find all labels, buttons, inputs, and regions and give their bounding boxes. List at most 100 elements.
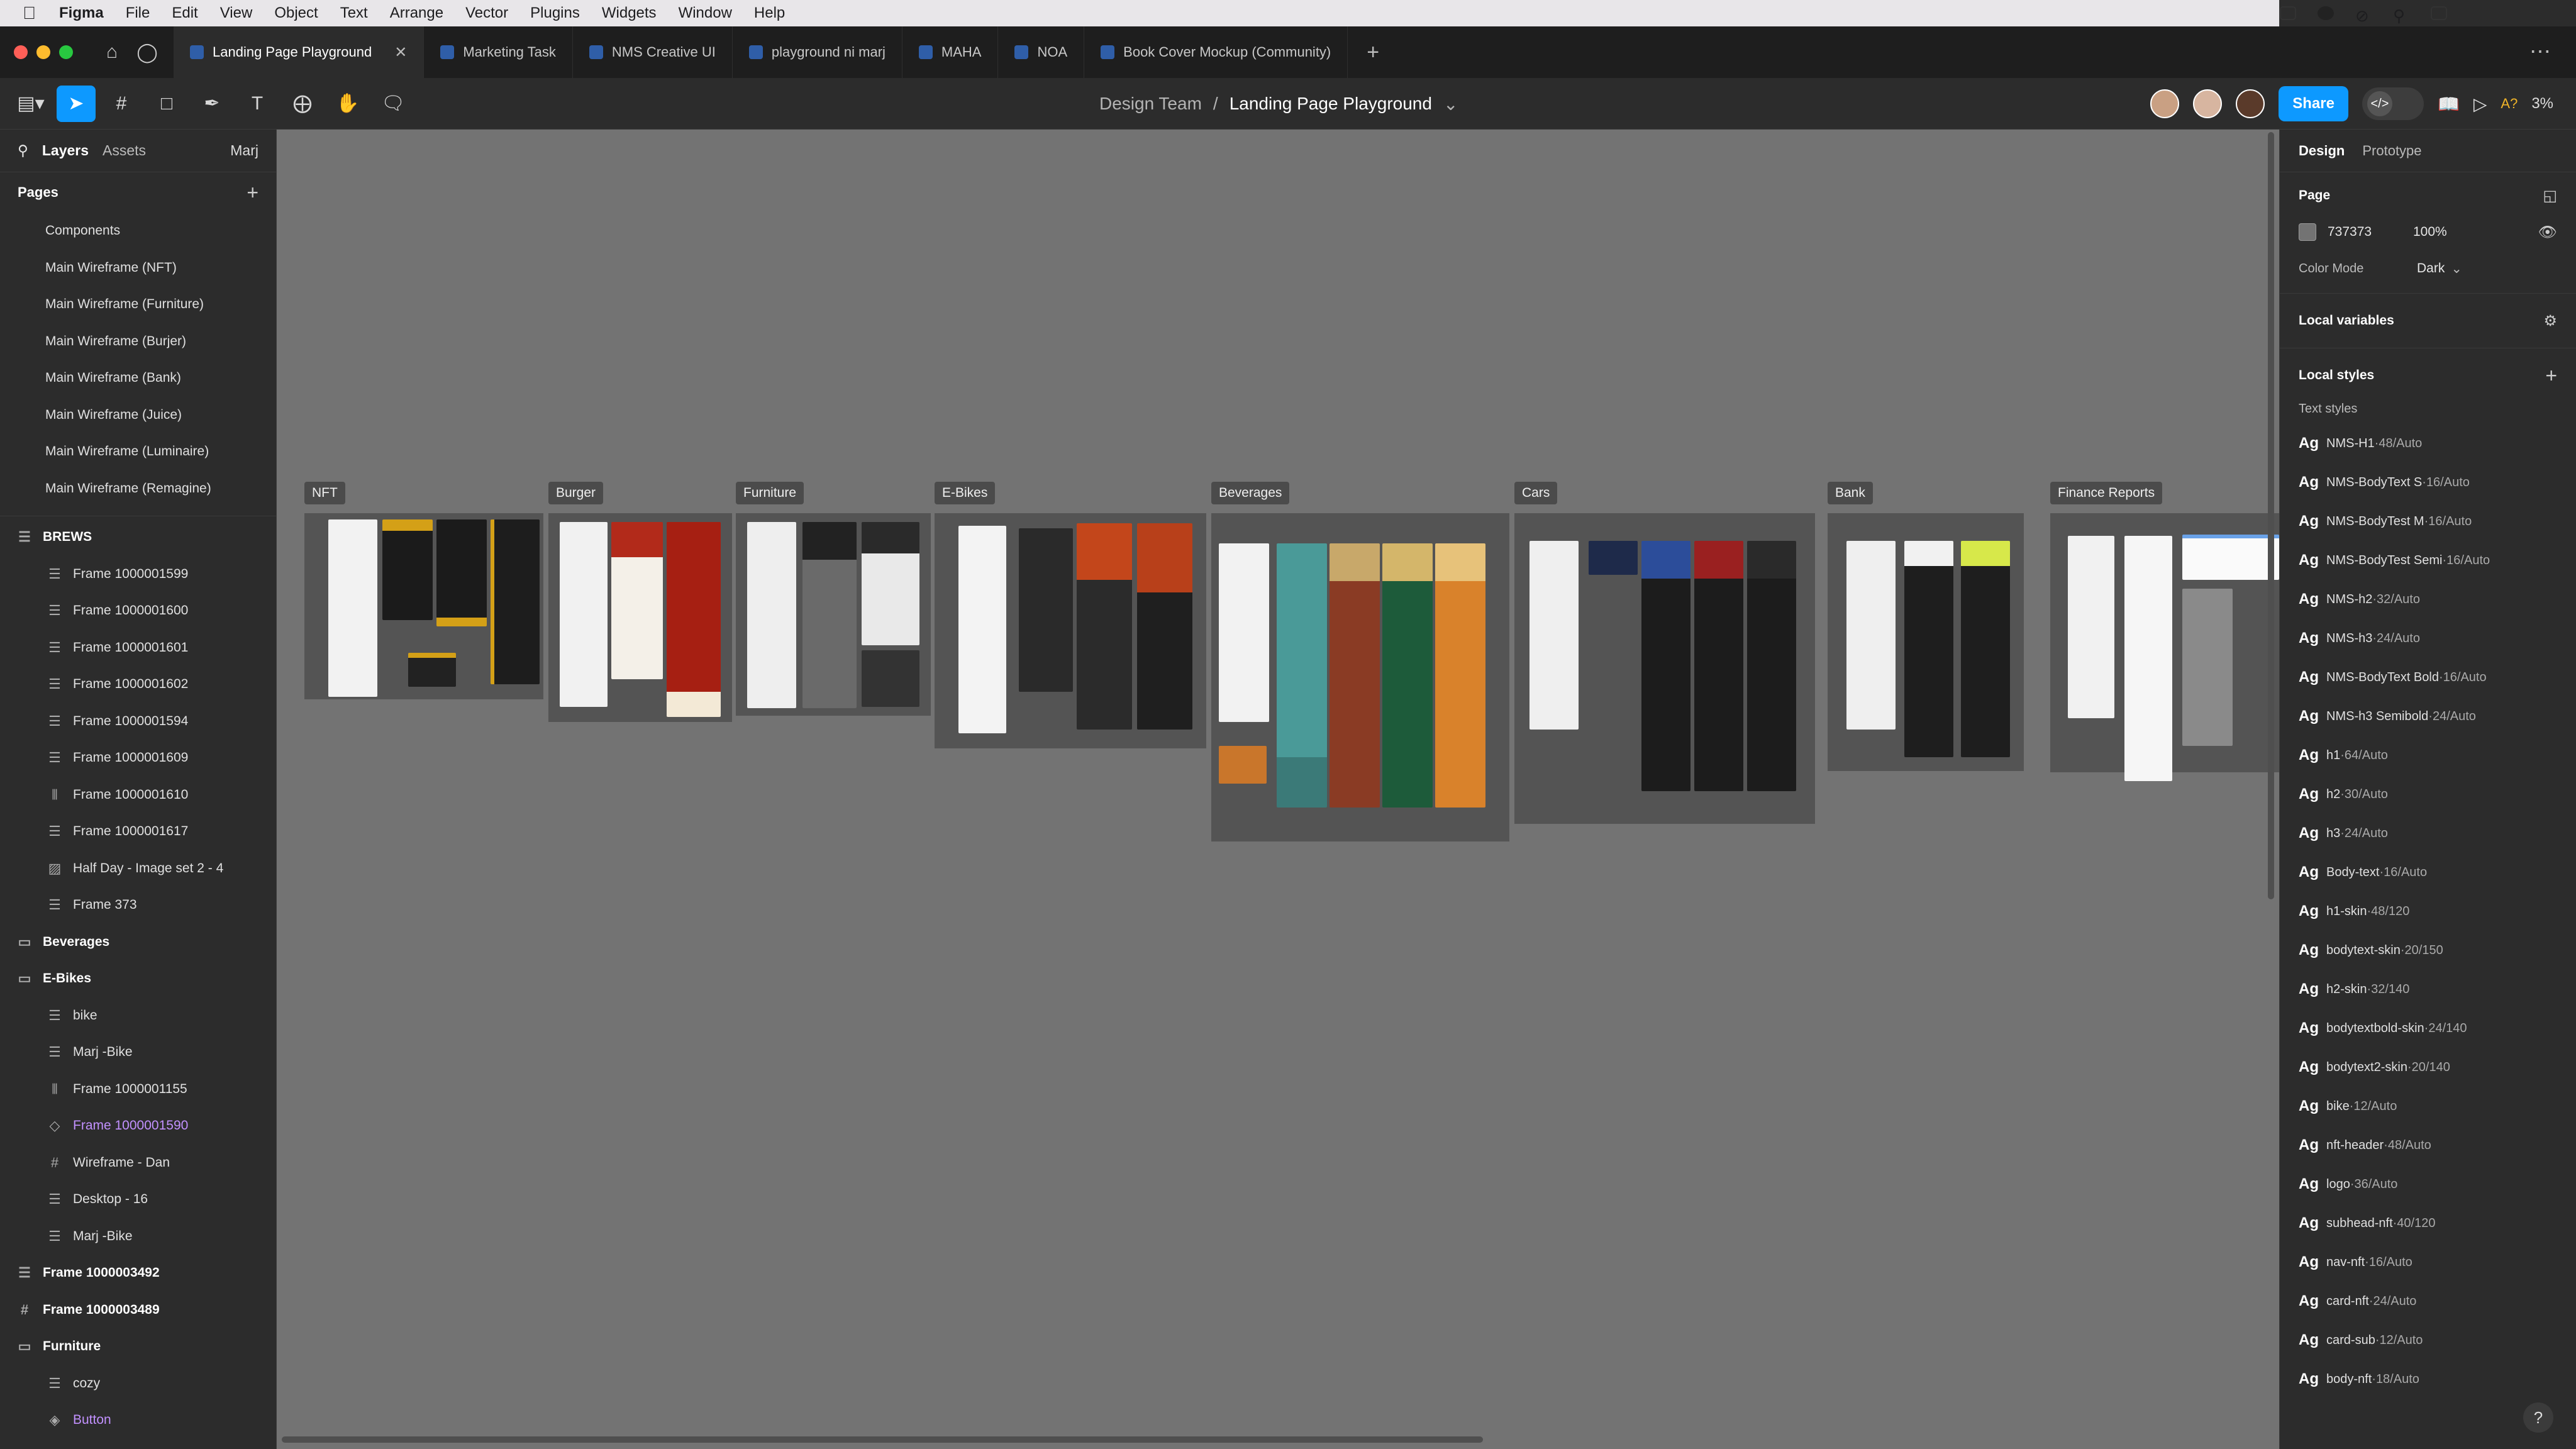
section-ebikes[interactable]	[935, 513, 1206, 748]
page-item[interactable]: Components	[0, 213, 276, 250]
vertical-scrollbar[interactable]	[2268, 132, 2274, 899]
page-item[interactable]: Main Wireframe (Burjer)	[0, 323, 276, 360]
library-icon[interactable]: 📖	[2438, 94, 2460, 114]
tab-prototype[interactable]: Prototype	[2362, 143, 2421, 159]
menu-widgets[interactable]: Widgets	[602, 4, 657, 22]
more-options-icon[interactable]: ⋯	[2529, 39, 2551, 64]
text-style-item[interactable]: Ag card-nft · 24/Auto	[2299, 1282, 2557, 1321]
layer-row[interactable]: ☰ Frame 1000001600	[0, 592, 276, 630]
canvas[interactable]: NFT Burger Furniture E-Bikes Beverages C…	[277, 130, 2279, 1449]
wifi-off-icon[interactable]: ⊘	[2355, 6, 2372, 25]
menu-text[interactable]: Text	[340, 4, 368, 22]
layer-row[interactable]: # Wireframe - Dan	[0, 1145, 276, 1182]
section-label-ebikes[interactable]: E-Bikes	[935, 482, 996, 504]
section-label-finance-reports[interactable]: Finance Reports	[2050, 482, 2163, 504]
shape-tool-icon[interactable]: □	[147, 86, 186, 122]
text-style-item[interactable]: Ag logo · 36/Auto	[2299, 1165, 2557, 1204]
frame-tool-icon[interactable]: #	[102, 86, 141, 122]
text-style-item[interactable]: Ag NMS-h2 · 32/Auto	[2299, 580, 2557, 619]
fill-opacity[interactable]: 100%	[2413, 225, 2447, 240]
menu-object[interactable]: Object	[274, 4, 318, 22]
page-item[interactable]: Main Wireframe (Remagine)	[0, 470, 276, 508]
text-style-item[interactable]: Ag nft-header · 48/Auto	[2299, 1126, 2557, 1165]
status-app-icon[interactable]	[2280, 6, 2296, 20]
layer-row[interactable]: # Frame 1000003489	[0, 1292, 276, 1329]
status-check-icon[interactable]	[2318, 6, 2334, 20]
eye-icon[interactable]: 👁	[2538, 223, 2557, 242]
fill-swatch[interactable]	[2299, 223, 2316, 241]
section-nft[interactable]	[304, 513, 543, 699]
text-style-item[interactable]: Ag nav-nft · 16/Auto	[2299, 1243, 2557, 1282]
move-tool-icon[interactable]: ➤	[57, 85, 96, 122]
section-label-bank[interactable]: Bank	[1828, 482, 1873, 504]
add-style-icon[interactable]: +	[2545, 364, 2557, 387]
menu-view[interactable]: View	[220, 4, 253, 22]
share-button[interactable]: Share	[2279, 86, 2348, 121]
layer-row[interactable]: ☰ BREWS	[0, 519, 276, 556]
section-label-nft[interactable]: NFT	[304, 482, 345, 504]
text-style-item[interactable]: Ag bike · 12/Auto	[2299, 1087, 2557, 1126]
section-cars[interactable]	[1514, 513, 1815, 824]
page-item[interactable]: Main Wireframe (Furniture)	[0, 286, 276, 323]
color-mode-select[interactable]: Dark	[2417, 261, 2445, 276]
layer-row[interactable]: ☰ Frame 1000003492	[0, 1255, 276, 1292]
text-style-item[interactable]: Ag Body-text · 16/Auto	[2299, 853, 2557, 892]
avatar[interactable]	[2150, 89, 2180, 118]
menu-vector[interactable]: Vector	[465, 4, 508, 22]
menu-plugins[interactable]: Plugins	[530, 4, 580, 22]
layer-row[interactable]: ⫴ Frame 1000001155	[0, 1071, 276, 1108]
page-item[interactable]: Main Wireframe (NFT)	[0, 250, 276, 287]
search-icon[interactable]: ⚲	[18, 142, 28, 159]
menu-edit[interactable]: Edit	[172, 4, 197, 22]
home-icon[interactable]: ⌂	[94, 35, 130, 70]
layer-row[interactable]: ◇Frame 1000001569	[0, 1439, 276, 1449]
menu-window[interactable]: Window	[679, 4, 732, 22]
help-icon[interactable]: ?	[2523, 1402, 2553, 1433]
dev-mode-toggle[interactable]: </>	[2362, 87, 2424, 120]
resources-tool-icon[interactable]: ⨁	[283, 86, 322, 122]
layer-row[interactable]: ▭ Beverages	[0, 924, 276, 961]
present-icon[interactable]: ▷	[2473, 94, 2487, 114]
layer-row[interactable]: ☰ bike	[0, 997, 276, 1035]
section-label-furniture[interactable]: Furniture	[736, 482, 804, 504]
layer-row[interactable]: ☰ Frame 1000001602	[0, 666, 276, 703]
layer-row[interactable]: ◇ Frame 1000001590	[0, 1108, 276, 1145]
layer-row[interactable]: ☰ Marj -Bike	[0, 1218, 276, 1255]
text-style-item[interactable]: Ag h2 · 30/Auto	[2299, 775, 2557, 814]
text-style-item[interactable]: Ag body-nft · 18/Auto	[2299, 1360, 2557, 1399]
menu-file[interactable]: File	[126, 4, 150, 22]
tab-nms-creative-ui[interactable]: NMS Creative UI	[573, 26, 733, 78]
layer-row[interactable]: ◈ Button	[0, 1402, 276, 1439]
layer-row[interactable]: ☰ Frame 1000001594	[0, 703, 276, 740]
page-item[interactable]: Main Wireframe (Juice)	[0, 397, 276, 434]
text-style-item[interactable]: Ag bodytextbold-skin · 24/140	[2299, 1009, 2557, 1048]
text-style-item[interactable]: Ag subhead-nft · 40/120	[2299, 1204, 2557, 1243]
text-style-item[interactable]: Ag NMS-h3 · 24/Auto	[2299, 619, 2557, 658]
tab-layers[interactable]: Layers	[42, 142, 89, 159]
page-selector[interactable]: Marj	[230, 142, 258, 159]
layer-row[interactable]: ▨ Half Day - Image set 2 - 4	[0, 850, 276, 887]
layer-row[interactable]: ☰ Frame 1000001609	[0, 740, 276, 777]
page-item[interactable]: Main Wireframe (Luminaire)	[0, 433, 276, 470]
avatar[interactable]	[2236, 89, 2265, 118]
zoom-window-icon[interactable]	[59, 45, 73, 59]
text-tool-icon[interactable]: T	[238, 86, 277, 122]
text-style-item[interactable]: Ag bodytext2-skin · 20/140	[2299, 1048, 2557, 1087]
section-finance-reports[interactable]	[2050, 513, 2279, 781]
layer-row[interactable]: ⫴ Frame 1000001610	[0, 777, 276, 814]
section-burger[interactable]	[548, 513, 732, 722]
layer-row[interactable]: ☰ Desktop - 16	[0, 1181, 276, 1218]
export-icon[interactable]: ◱	[2543, 187, 2557, 205]
layer-row[interactable]: ☰ Frame 373	[0, 887, 276, 924]
add-page-icon[interactable]: +	[247, 181, 258, 204]
tab-noa[interactable]: NOA	[998, 26, 1085, 78]
variables-settings-icon[interactable]: ⚙	[2543, 312, 2557, 330]
pen-tool-icon[interactable]: ✒	[192, 86, 231, 122]
menu-figma[interactable]: Figma	[59, 4, 104, 22]
text-style-item[interactable]: Ag NMS-H1 · 48/Auto	[2299, 424, 2557, 463]
page-item[interactable]: Main Wireframe (Bank)	[0, 360, 276, 397]
chevron-down-icon[interactable]: ⌄	[2451, 261, 2462, 277]
local-variables-title[interactable]: Local variables	[2299, 313, 2394, 328]
horizontal-scrollbar[interactable]	[282, 1436, 1483, 1443]
text-style-item[interactable]: Ag h2-skin · 32/140	[2299, 970, 2557, 1009]
